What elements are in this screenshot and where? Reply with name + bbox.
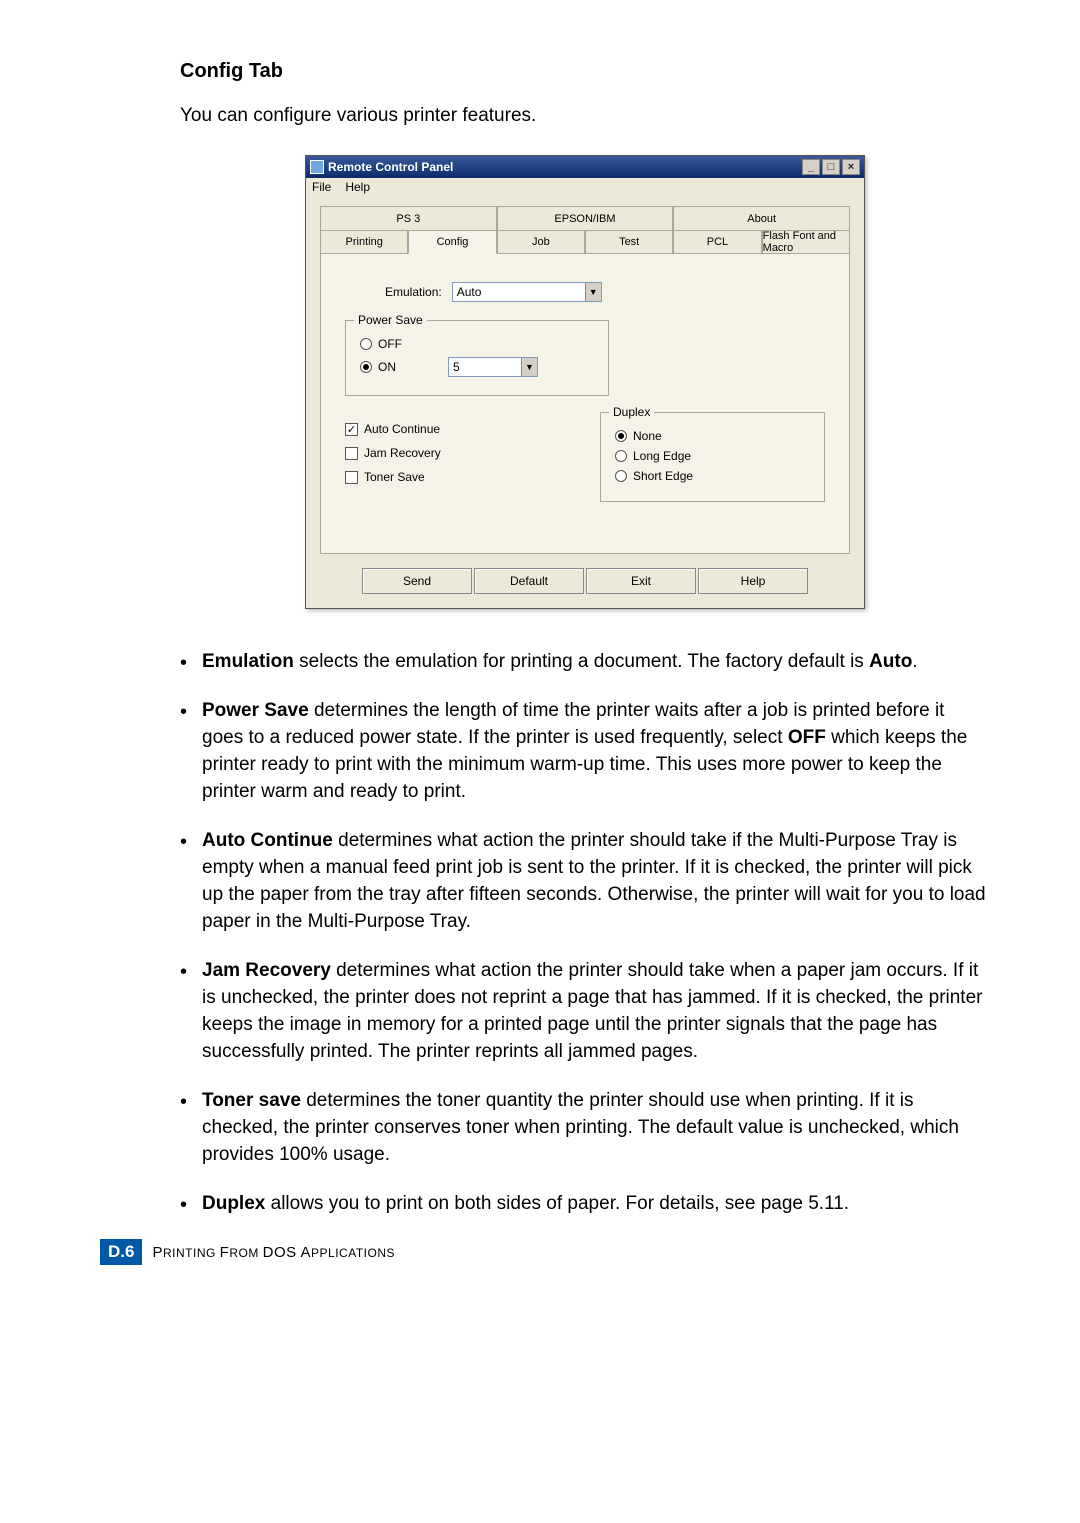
tab-flash-font-macro[interactable]: Flash Font and Macro <box>762 230 850 254</box>
power-save-title: Power Save <box>354 313 427 327</box>
tab-pcl[interactable]: PCL <box>673 230 761 254</box>
footer-cap: DOS A <box>263 1244 311 1261</box>
tab-job[interactable]: Job <box>497 230 585 254</box>
intro-text: You can configure various printer featur… <box>180 105 990 127</box>
tabstrip: PS 3 EPSON/IBM About Printing Config Job… <box>320 206 850 254</box>
emulation-value: Auto <box>453 285 585 299</box>
minimize-button[interactable]: _ <box>802 159 820 175</box>
close-button[interactable]: × <box>842 159 860 175</box>
footer-cap: F <box>220 1244 230 1261</box>
auto-continue-label: Auto Continue <box>364 422 440 436</box>
power-save-on-radio[interactable] <box>360 361 372 373</box>
auto-continue-checkbox[interactable] <box>345 423 358 436</box>
chevron-down-icon: ▼ <box>521 358 537 376</box>
footer-small: PPLICATIONS <box>311 1246 395 1260</box>
chevron-down-icon: ▼ <box>585 283 601 301</box>
config-panel: Emulation: Auto ▼ Power Save OFF ON <box>320 254 850 554</box>
bold-term: Auto Continue <box>202 830 333 851</box>
body-text: selects the emulation for printing a doc… <box>294 651 869 672</box>
duplex-group: Duplex None Long Edge Shor <box>600 412 825 502</box>
power-save-off-radio[interactable] <box>360 338 372 350</box>
default-button[interactable]: Default <box>474 568 584 594</box>
footer-small: RINTING <box>163 1246 220 1260</box>
tab-ps3[interactable]: PS 3 <box>320 206 497 230</box>
jam-recovery-checkbox[interactable] <box>345 447 358 460</box>
footer-small: ROM <box>229 1246 262 1260</box>
power-save-on-label: ON <box>378 360 396 374</box>
app-icon <box>310 160 324 174</box>
menu-file[interactable]: File <box>312 180 331 194</box>
body-text: allows you to print on both sides of pap… <box>265 1193 849 1214</box>
send-button[interactable]: Send <box>362 568 472 594</box>
window-title: Remote Control Panel <box>328 160 453 174</box>
titlebar: Remote Control Panel _ □ × <box>306 156 864 178</box>
toner-save-checkbox[interactable] <box>345 471 358 484</box>
section-heading: Config Tab <box>180 60 990 83</box>
power-save-off-label: OFF <box>378 337 402 351</box>
duplex-short-label: Short Edge <box>633 469 693 483</box>
duplex-title: Duplex <box>609 405 654 419</box>
tab-epson-ibm[interactable]: EPSON/IBM <box>497 206 674 230</box>
duplex-short-radio[interactable] <box>615 470 627 482</box>
bold-term: Toner save <box>202 1090 301 1111</box>
toner-save-label: Toner Save <box>364 470 425 484</box>
page-number-badge: D.6 <box>100 1239 142 1265</box>
tab-config[interactable]: Config <box>408 230 496 254</box>
help-button[interactable]: Help <box>698 568 808 594</box>
footer-cap: P <box>152 1244 163 1261</box>
bold-term: Power Save <box>202 700 309 721</box>
exit-button[interactable]: Exit <box>586 568 696 594</box>
remote-control-panel-window: Remote Control Panel _ □ × File Help PS … <box>305 155 865 609</box>
bullet-duplex: Duplex allows you to print on both sides… <box>180 1191 990 1218</box>
bullet-power-save: Power Save determines the length of time… <box>180 698 990 806</box>
duplex-none-label: None <box>633 429 662 443</box>
emulation-label: Emulation: <box>385 285 442 299</box>
tab-printing[interactable]: Printing <box>320 230 408 254</box>
bold-term: Emulation <box>202 651 294 672</box>
body-text: . <box>912 651 917 672</box>
page-footer: D.6 PRINTING FROM DOS APPLICATIONS <box>100 1239 990 1265</box>
duplex-long-label: Long Edge <box>633 449 691 463</box>
bold-term: Auto <box>869 651 912 672</box>
power-save-minutes-combo[interactable]: 5 ▼ <box>448 357 538 377</box>
power-save-minutes-value: 5 <box>449 360 521 374</box>
feature-list: Emulation selects the emulation for prin… <box>180 649 990 1217</box>
bullet-emulation: Emulation selects the emulation for prin… <box>180 649 990 676</box>
bullet-auto-continue: Auto Continue determines what action the… <box>180 828 990 936</box>
menubar: File Help <box>306 178 864 196</box>
duplex-none-radio[interactable] <box>615 430 627 442</box>
body-text: determines the toner quantity the printe… <box>202 1090 959 1165</box>
jam-recovery-label: Jam Recovery <box>364 446 441 460</box>
footer-caption: PRINTING FROM DOS APPLICATIONS <box>152 1244 395 1261</box>
tab-test[interactable]: Test <box>585 230 673 254</box>
bullet-jam-recovery: Jam Recovery determines what action the … <box>180 958 990 1066</box>
power-save-group: Power Save OFF ON 5 ▼ <box>345 320 609 396</box>
emulation-combo[interactable]: Auto ▼ <box>452 282 602 302</box>
bullet-toner-save: Toner save determines the toner quantity… <box>180 1088 990 1169</box>
maximize-button[interactable]: □ <box>822 159 840 175</box>
duplex-long-radio[interactable] <box>615 450 627 462</box>
tab-about[interactable]: About <box>673 206 850 230</box>
bold-term: Duplex <box>202 1193 265 1214</box>
bold-term: Jam Recovery <box>202 960 331 981</box>
bold-term: OFF <box>788 727 826 748</box>
menu-help[interactable]: Help <box>345 180 370 194</box>
